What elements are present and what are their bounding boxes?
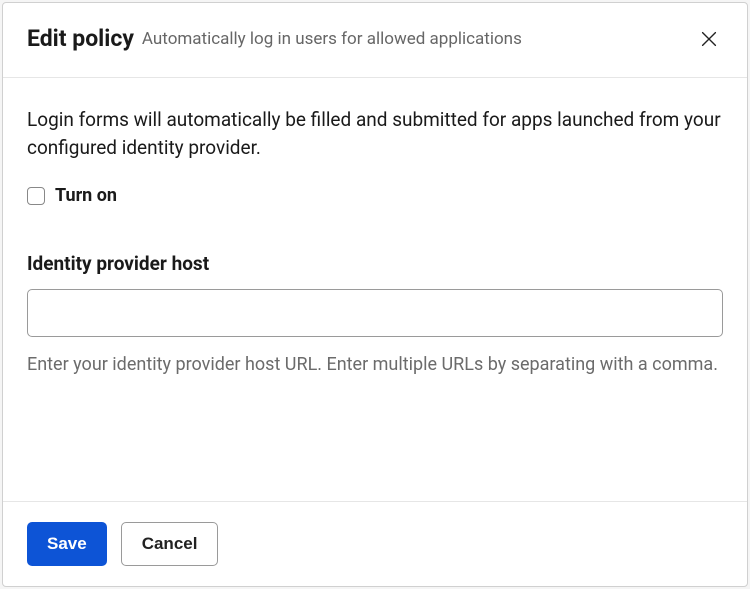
dialog-title: Edit policy — [27, 25, 134, 53]
save-button[interactable]: Save — [27, 522, 107, 566]
host-help-text: Enter your identity provider host URL. E… — [27, 351, 723, 378]
dialog-footer: Save Cancel — [3, 501, 747, 586]
identity-provider-host-input[interactable] — [27, 289, 723, 337]
edit-policy-dialog: Edit policy Automatically log in users f… — [2, 2, 748, 587]
dialog-body: Login forms will automatically be filled… — [3, 78, 747, 501]
close-icon — [698, 28, 720, 50]
turn-on-label[interactable]: Turn on — [55, 185, 117, 206]
dialog-subtitle: Automatically log in users for allowed a… — [142, 28, 683, 50]
description-text: Login forms will automatically be filled… — [27, 106, 723, 161]
host-field-label: Identity provider host — [27, 252, 723, 275]
cancel-button[interactable]: Cancel — [121, 522, 219, 566]
dialog-header: Edit policy Automatically log in users f… — [3, 3, 747, 78]
turn-on-checkbox-row: Turn on — [27, 185, 723, 206]
close-button[interactable] — [695, 25, 723, 53]
turn-on-checkbox[interactable] — [27, 187, 45, 205]
